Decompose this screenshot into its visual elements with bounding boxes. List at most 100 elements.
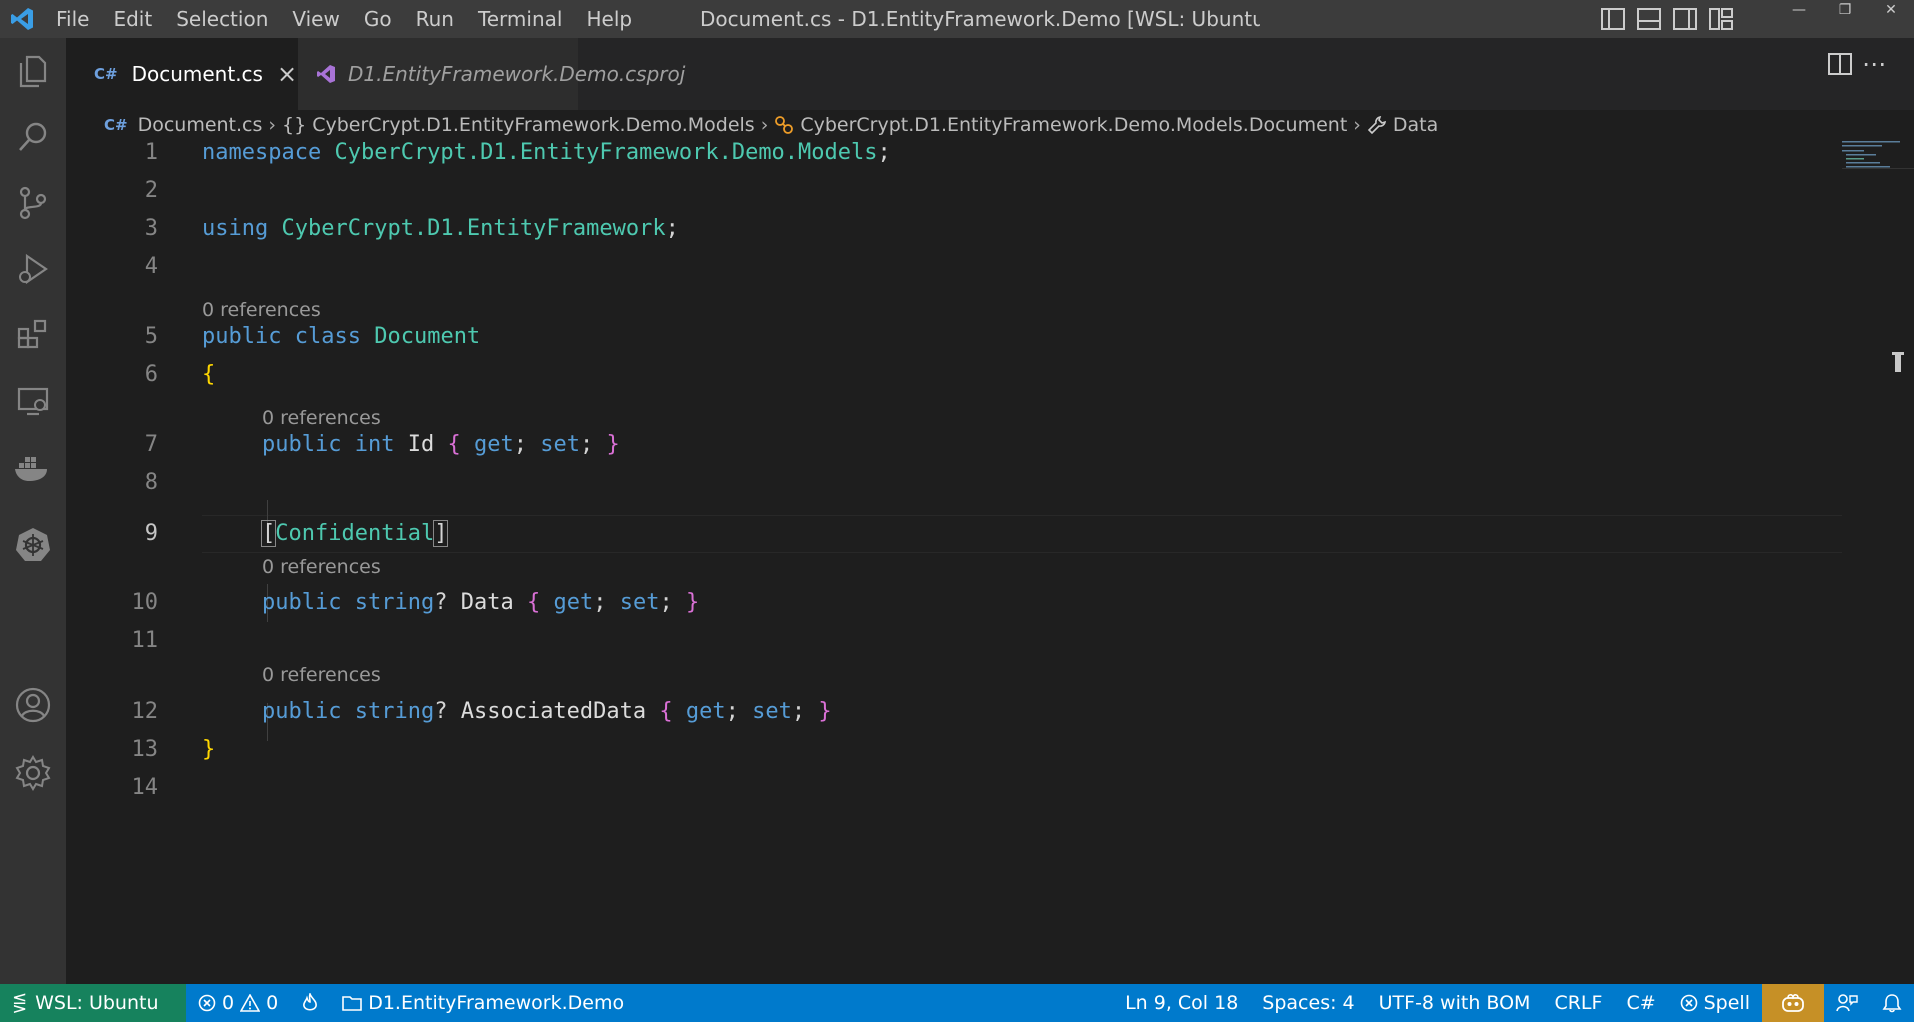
codelens-references[interactable]: 0 references bbox=[262, 555, 381, 579]
scrollbar-thumb[interactable] bbox=[1892, 352, 1904, 372]
docker-icon[interactable] bbox=[0, 434, 66, 500]
menu-bar: File Edit Selection View Go Run Terminal… bbox=[44, 0, 644, 38]
error-icon bbox=[198, 994, 216, 1012]
tab-csproj[interactable]: D1.EntityFramework.Demo.csproj bbox=[298, 38, 685, 110]
property-wrench-icon bbox=[1367, 115, 1387, 135]
breadcrumb-property[interactable]: Data bbox=[1393, 114, 1438, 136]
breadcrumb-namespace[interactable]: CyberCrypt.D1.EntityFramework.Demo.Model… bbox=[312, 114, 755, 136]
indentation[interactable]: Spaces: 4 bbox=[1250, 984, 1366, 1022]
line-number: 7 bbox=[144, 432, 158, 457]
extensions-icon[interactable] bbox=[0, 302, 66, 368]
split-editor-icon[interactable] bbox=[1828, 53, 1852, 75]
code-line-5: public class Document bbox=[202, 324, 481, 349]
end-of-line[interactable]: CRLF bbox=[1542, 984, 1614, 1022]
tab-label: D1.EntityFramework.Demo.csproj bbox=[348, 62, 686, 86]
feedback-icon[interactable] bbox=[1824, 984, 1870, 1022]
language-mode[interactable]: C# bbox=[1614, 984, 1667, 1022]
manage-gear-icon[interactable] bbox=[0, 740, 66, 806]
class-icon bbox=[774, 115, 794, 135]
cursor-position[interactable]: Ln 9, Col 18 bbox=[1113, 984, 1250, 1022]
visual-studio-project-icon bbox=[316, 64, 336, 84]
menu-help[interactable]: Help bbox=[574, 0, 644, 38]
copilot-icon[interactable] bbox=[1762, 984, 1824, 1022]
minimize-icon[interactable]: — bbox=[1776, 0, 1822, 38]
namespace-name: CyberCrypt.D1.EntityFramework.Demo.Model… bbox=[334, 140, 878, 165]
window-title: Document.cs - D1.EntityFramework.Demo [W… bbox=[700, 7, 1260, 31]
chevron-right-icon: › bbox=[268, 114, 277, 136]
warning-icon bbox=[240, 994, 261, 1012]
code-editor[interactable]: 1 2 3 4 5 6 7 8 9 10 11 12 13 14 0 refer… bbox=[66, 140, 1914, 984]
explorer-icon[interactable] bbox=[0, 38, 66, 104]
line-number: 5 bbox=[144, 324, 158, 349]
attribute-name: Confidential bbox=[275, 521, 435, 546]
toggle-secondary-sidebar-icon[interactable] bbox=[1672, 6, 1698, 32]
chevron-right-icon: › bbox=[760, 114, 769, 136]
editor-tab-bar: C# Document.cs × D1.EntityFramework.Demo… bbox=[66, 38, 1914, 110]
spell-label: Spell bbox=[1703, 992, 1750, 1014]
more-actions-icon[interactable]: ⋯ bbox=[1862, 50, 1886, 78]
menu-selection[interactable]: Selection bbox=[164, 0, 280, 38]
line-number: 6 bbox=[144, 362, 158, 387]
layout-controls bbox=[1600, 0, 1734, 38]
namespace-name: CyberCrypt.D1.EntityFramework bbox=[281, 216, 666, 241]
project-name: D1.EntityFramework.Demo bbox=[368, 992, 625, 1014]
code-line-13: } bbox=[202, 737, 216, 762]
csharp-file-icon: C# bbox=[94, 65, 118, 83]
line-number: 13 bbox=[131, 737, 159, 762]
code-line-6: { bbox=[202, 362, 216, 387]
run-debug-icon[interactable] bbox=[0, 236, 66, 302]
property-name: Data bbox=[460, 590, 514, 615]
notifications-bell-icon[interactable] bbox=[1870, 984, 1914, 1022]
project-indicator[interactable]: D1.EntityFramework.Demo bbox=[330, 984, 636, 1022]
flame-icon[interactable] bbox=[290, 984, 330, 1022]
line-number: 1 bbox=[144, 140, 158, 165]
encoding[interactable]: UTF-8 with BOM bbox=[1367, 984, 1543, 1022]
class-name: Document bbox=[374, 324, 481, 349]
toggle-panel-icon[interactable] bbox=[1636, 6, 1662, 32]
breadcrumb-file[interactable]: Document.cs bbox=[138, 114, 263, 136]
current-line-highlight bbox=[202, 515, 1842, 553]
error-count: 0 bbox=[222, 992, 235, 1014]
menu-run[interactable]: Run bbox=[404, 0, 466, 38]
remote-icon: ⋚ bbox=[12, 992, 28, 1014]
namespace-icon: {} bbox=[282, 114, 307, 136]
codelens-references[interactable]: 0 references bbox=[262, 663, 381, 687]
spell-check[interactable]: Spell bbox=[1668, 984, 1762, 1022]
remote-indicator[interactable]: ⋚ WSL: Ubuntu bbox=[0, 984, 186, 1022]
code-line-1: namespace CyberCrypt.D1.EntityFramework.… bbox=[202, 140, 891, 165]
keyword: using bbox=[202, 216, 269, 241]
toggle-primary-sidebar-icon[interactable] bbox=[1600, 6, 1626, 32]
line-number: 9 bbox=[144, 521, 158, 546]
problems-indicator[interactable]: 0 0 bbox=[186, 984, 290, 1022]
minimap[interactable] bbox=[1842, 140, 1914, 170]
close-window-icon[interactable]: ✕ bbox=[1868, 0, 1914, 38]
remote-explorer-icon[interactable] bbox=[0, 368, 66, 434]
tab-document-cs[interactable]: C# Document.cs × bbox=[66, 38, 298, 110]
line-number: 11 bbox=[131, 628, 159, 653]
source-control-icon[interactable] bbox=[0, 170, 66, 236]
menu-terminal[interactable]: Terminal bbox=[466, 0, 575, 38]
restore-icon[interactable]: ❐ bbox=[1822, 0, 1868, 38]
folder-icon bbox=[342, 994, 362, 1012]
vscode-logo-icon bbox=[0, 0, 44, 38]
menu-file[interactable]: File bbox=[44, 0, 101, 38]
line-number: 3 bbox=[144, 216, 158, 241]
close-icon[interactable]: × bbox=[277, 60, 297, 88]
menu-view[interactable]: View bbox=[280, 0, 351, 38]
search-icon[interactable] bbox=[0, 104, 66, 170]
status-bar-right: Ln 9, Col 18 Spaces: 4 UTF-8 with BOM CR… bbox=[1113, 984, 1914, 1022]
activity-bar bbox=[0, 38, 66, 984]
menu-edit[interactable]: Edit bbox=[101, 0, 164, 38]
property-name: AssociatedData bbox=[460, 699, 647, 724]
code-line-7: public int Id { get; set; } bbox=[262, 432, 620, 457]
kubernetes-icon[interactable] bbox=[0, 512, 66, 578]
account-icon[interactable] bbox=[0, 672, 66, 738]
remote-label: WSL: Ubuntu bbox=[35, 992, 159, 1014]
title-bar: File Edit Selection View Go Run Terminal… bbox=[0, 0, 1914, 38]
csharp-file-icon: C# bbox=[104, 116, 128, 134]
customize-layout-icon[interactable] bbox=[1708, 6, 1734, 32]
menu-go[interactable]: Go bbox=[352, 0, 404, 38]
breadcrumb-class[interactable]: CyberCrypt.D1.EntityFramework.Demo.Model… bbox=[800, 114, 1347, 136]
code-line-3: using CyberCrypt.D1.EntityFramework; bbox=[202, 216, 679, 241]
spell-check-icon bbox=[1680, 994, 1698, 1012]
